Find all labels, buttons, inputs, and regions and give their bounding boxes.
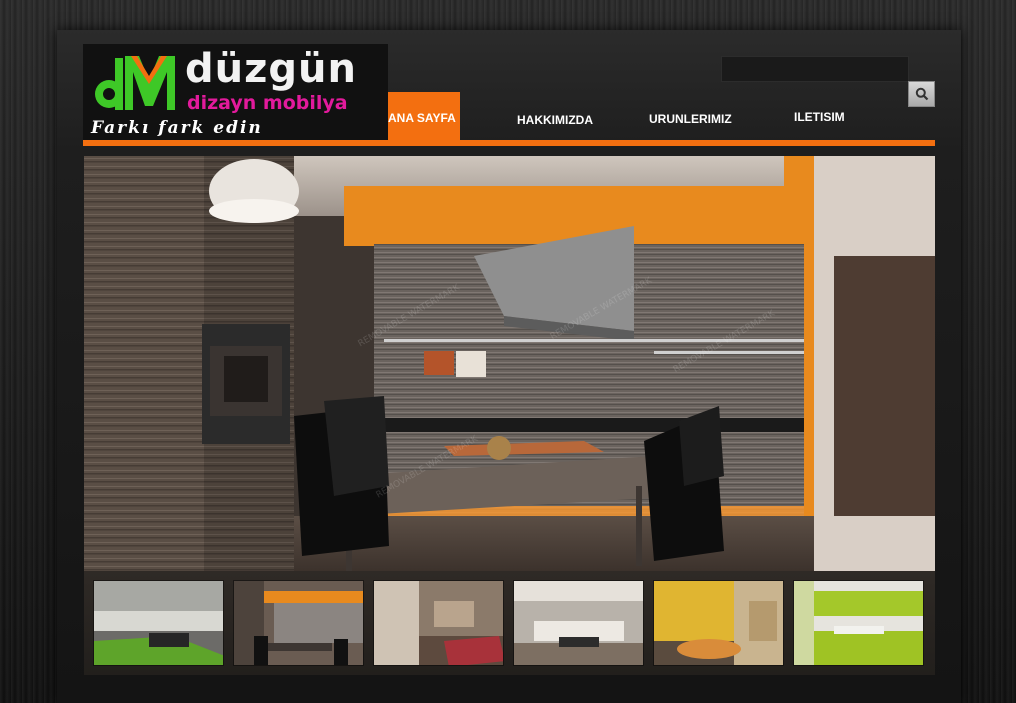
nav-item-urunlerimiz[interactable]: URUNLERIMIZ: [649, 92, 749, 140]
thumbnail-image: [94, 581, 223, 665]
logo-dm-mark: [95, 56, 175, 110]
nav-item-label: ANA SAYFA: [388, 111, 456, 125]
thumbnail-living-room-green-rug[interactable]: [93, 580, 224, 666]
thumbnail-yellow-living-room[interactable]: [653, 580, 784, 666]
nav-item-iletisim[interactable]: ILETISIM: [794, 92, 874, 140]
logo-slogan: Farkı fark edin: [91, 118, 263, 138]
thumbnail-bedroom-red[interactable]: [373, 580, 504, 666]
nav-item-label: HAKKIMIZDA: [517, 113, 593, 127]
page-container: düzgün dizayn mobilya Farkı fark edin AN…: [57, 30, 961, 703]
search-input[interactable]: [721, 56, 909, 82]
search-icon: [915, 87, 928, 101]
hero-slide-image[interactable]: REMOVABLE WATERMARK REMOVABLE WATERMARK …: [84, 156, 935, 571]
logo-subtitle: dizayn mobilya: [187, 92, 348, 114]
thumbnail-image: [234, 581, 363, 665]
thumbnail-image: [514, 581, 643, 665]
thumbnail-image: [794, 581, 923, 665]
thumbnail-green-kitchen[interactable]: [793, 580, 924, 666]
thumbnail-image: [374, 581, 503, 665]
nav-item-ana-sayfa[interactable]: ANA SAYFA: [388, 92, 460, 140]
thumbnail-living-room-white[interactable]: [513, 580, 644, 666]
logo-brand-name: düzgün: [185, 46, 357, 92]
thumbnail-strip: [84, 571, 935, 675]
site-logo[interactable]: düzgün dizayn mobilya Farkı fark edin: [83, 44, 388, 140]
thumbnail-image: [654, 581, 783, 665]
thumbnail-kitchen-orange[interactable]: [233, 580, 364, 666]
nav-underline-bar: [83, 140, 935, 146]
nav-item-label: URUNLERIMIZ: [649, 112, 732, 126]
nav-item-label: ILETISIM: [794, 110, 845, 124]
nav-item-hakkimizda[interactable]: HAKKIMIZDA: [517, 92, 617, 140]
kitchen-scene-image: REMOVABLE WATERMARK REMOVABLE WATERMARK …: [84, 156, 935, 571]
search-button[interactable]: [908, 81, 935, 107]
